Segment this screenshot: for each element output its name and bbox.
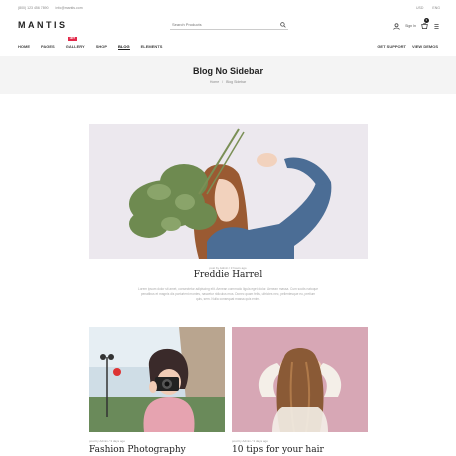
post-image[interactable] xyxy=(232,327,368,432)
post-title[interactable]: Fashion Photography xyxy=(89,445,225,455)
post-card: post by Admin / 3 days ago 10 tips for y… xyxy=(232,327,368,455)
post-image[interactable] xyxy=(89,327,225,432)
nav-gallery-label: GALLERY xyxy=(65,44,85,49)
woman-with-plant-illustration xyxy=(89,124,368,259)
cart-icon xyxy=(421,22,428,29)
woman-hair-illustration xyxy=(232,327,368,432)
language-selector[interactable]: ENG xyxy=(432,6,440,10)
post-title[interactable]: 10 tips for your hair xyxy=(232,445,368,455)
view-demos-link[interactable]: VIEW DEMOS xyxy=(412,44,438,49)
nav-home[interactable]: HOME xyxy=(18,44,30,50)
nav-blog[interactable]: BLOG xyxy=(118,44,130,50)
search-input[interactable] xyxy=(172,22,272,27)
currency-selector[interactable]: USD xyxy=(416,6,423,10)
post-card: post by Admin / 3 days ago Fashion Photo… xyxy=(89,327,225,455)
phone-number: (800) 123 456 7890 xyxy=(18,6,49,10)
nav-pages[interactable]: PAGES xyxy=(41,44,55,50)
menu-icon[interactable] xyxy=(433,23,440,30)
post-meta: post by Admin / 3 days ago xyxy=(89,439,126,443)
nav-shop[interactable]: SHOP xyxy=(96,44,107,50)
nav-gallery[interactable]: HOT GALLERY xyxy=(65,37,85,50)
main-nav: HOME PAGES HOT GALLERY SHOP BLOG ELEMENT… xyxy=(18,37,163,50)
breadcrumb-current: Blog Sidebar xyxy=(226,80,247,84)
user-icon[interactable] xyxy=(393,22,400,30)
signin-link[interactable]: Sign In xyxy=(405,24,416,28)
cart-button[interactable]: 0 xyxy=(421,17,429,30)
featured-post-title[interactable]: Freddie Harrel xyxy=(0,270,456,280)
hot-badge: HOT xyxy=(67,37,77,41)
photographer-illustration xyxy=(89,327,225,432)
breadcrumb-home[interactable]: Home xyxy=(210,80,219,84)
breadcrumb: Home / Blog Sidebar xyxy=(0,80,456,84)
get-support-link[interactable]: GET SUPPORT xyxy=(377,44,406,49)
featured-post-image[interactable] xyxy=(89,124,368,259)
breadcrumb-separator: / xyxy=(222,80,224,84)
header-actions: Sign In 0 xyxy=(393,17,440,31)
cart-count-badge: 0 xyxy=(424,17,429,23)
page-title: Blog No Sidebar xyxy=(192,66,263,76)
email-link[interactable]: info@mantis.com xyxy=(56,6,83,10)
site-logo[interactable]: MANTIS xyxy=(18,20,68,30)
search-bar xyxy=(170,21,288,30)
featured-post-excerpt: Lorem ipsum dolor sit amet, consectetur … xyxy=(138,287,319,301)
search-icon[interactable] xyxy=(280,22,286,28)
post-meta: post by Admin / 3 days ago xyxy=(232,439,269,443)
top-bar: (800) 123 456 7890 info@mantis.com USD E… xyxy=(0,0,456,14)
preferences: USD ENG xyxy=(408,6,440,10)
nav-secondary: GET SUPPORT VIEW DEMOS xyxy=(377,44,438,49)
nav-elements[interactable]: ELEMENTS xyxy=(141,44,163,50)
contact-info: (800) 123 456 7890 info@mantis.com xyxy=(18,6,89,10)
